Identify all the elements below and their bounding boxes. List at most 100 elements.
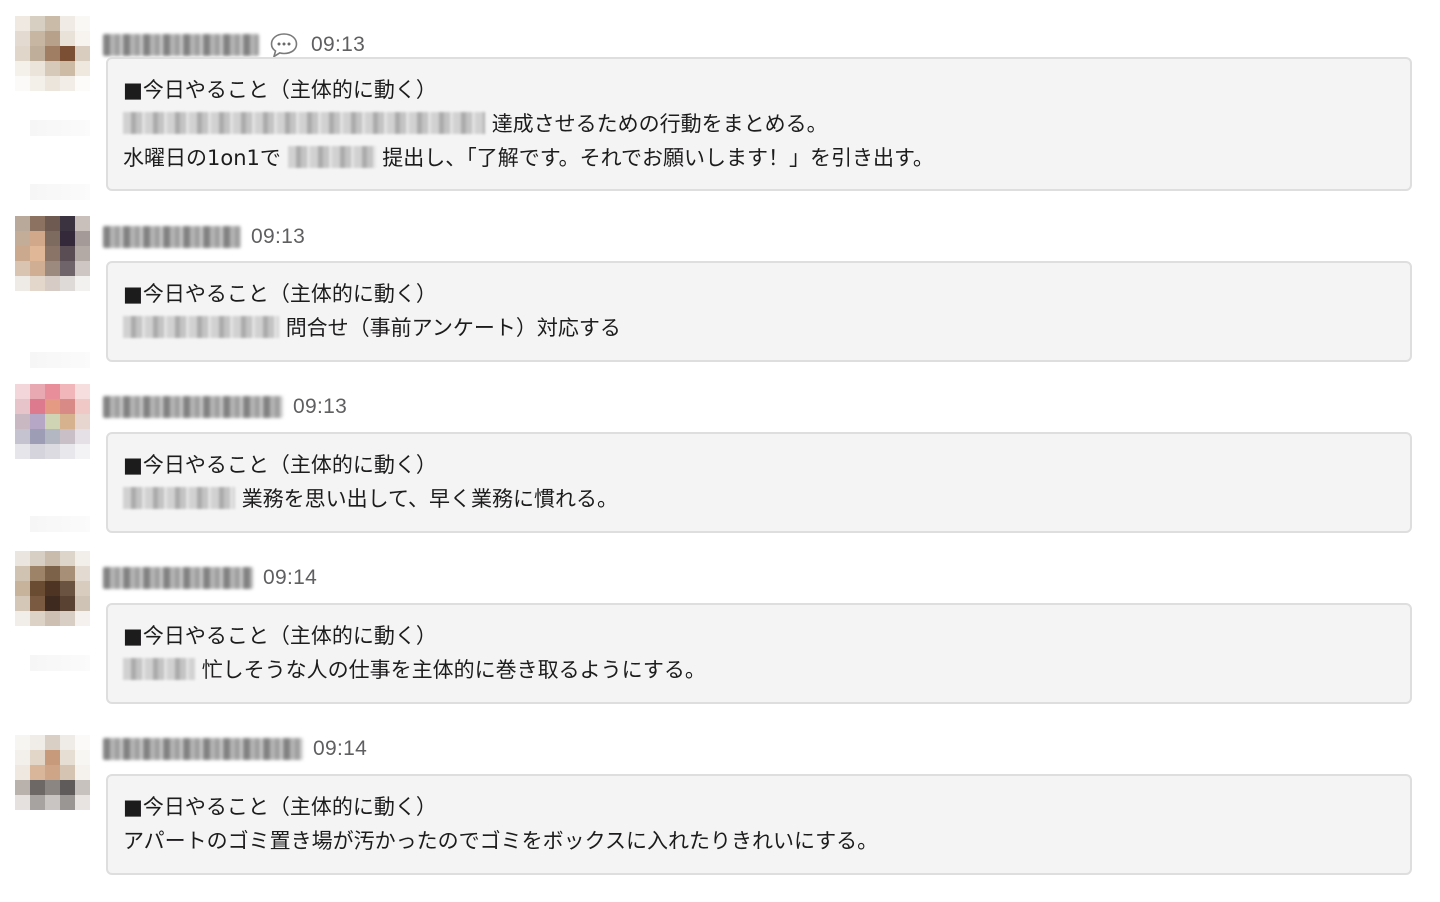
message-timestamp[interactable]: 09:13 bbox=[311, 33, 365, 57]
avatar-pixel bbox=[15, 76, 30, 91]
message-header: 09:14 bbox=[103, 563, 317, 593]
avatar-pixel bbox=[30, 611, 45, 626]
message-line: ■今日やること（主体的に動く） bbox=[123, 78, 437, 102]
avatar-pixel bbox=[15, 596, 30, 611]
avatar-pixel bbox=[75, 414, 90, 429]
avatar[interactable] bbox=[15, 384, 90, 459]
avatar[interactable] bbox=[15, 735, 90, 810]
avatar-pixel bbox=[30, 16, 45, 31]
avatar-pixel bbox=[60, 735, 75, 750]
avatar-pixel bbox=[60, 31, 75, 46]
avatar-pixel bbox=[45, 31, 60, 46]
avatar-pixel bbox=[15, 16, 30, 31]
thread-reply-icon[interactable] bbox=[269, 31, 299, 59]
message-body: ■今日やること（主体的に動く） 問合せ（事前アンケート）対応する bbox=[106, 261, 1412, 362]
avatar-pixel bbox=[75, 246, 90, 261]
message-line: ■今日やること（主体的に動く） bbox=[123, 453, 437, 477]
username-redacted[interactable] bbox=[103, 396, 283, 418]
avatar-pixel bbox=[15, 735, 30, 750]
avatar-pixel bbox=[45, 46, 60, 61]
username-redacted[interactable] bbox=[103, 567, 253, 589]
avatar-pixel bbox=[60, 246, 75, 261]
message-body: ■今日やること（主体的に動く） 業務を思い出して、早く業務に慣れる。 bbox=[106, 432, 1412, 533]
avatar-pixel bbox=[75, 46, 90, 61]
message-line: 水曜日の1on1で 提出し、「了解です。それでお願いします！」を引き出す。 bbox=[123, 146, 934, 170]
avatar-pixel bbox=[75, 276, 90, 291]
avatar-pixel bbox=[30, 735, 45, 750]
avatar-pixel bbox=[45, 216, 60, 231]
message-header: 09:13 bbox=[103, 30, 365, 60]
avatar[interactable] bbox=[15, 216, 90, 291]
avatar-pixel bbox=[60, 795, 75, 810]
avatar-pixel bbox=[45, 750, 60, 765]
avatar-pixel bbox=[45, 276, 60, 291]
message-body: ■今日やること（主体的に動く） アパートのゴミ置き場が汚かったのでゴミをボックス… bbox=[106, 774, 1412, 875]
message-timestamp[interactable]: 09:14 bbox=[263, 566, 317, 590]
avatar-blur-remnant bbox=[30, 352, 90, 368]
message-timestamp[interactable]: 09:13 bbox=[293, 395, 347, 419]
avatar-pixel bbox=[30, 216, 45, 231]
avatar-pixel bbox=[15, 46, 30, 61]
avatar-pixel bbox=[60, 566, 75, 581]
avatar[interactable] bbox=[15, 16, 90, 91]
message-line: アパートのゴミ置き場が汚かったのでゴミをボックスに入れたりきれいにする。 bbox=[123, 829, 879, 853]
message-body: ■今日やること（主体的に動く） 達成させるための行動をまとめる。 水曜日の1on… bbox=[106, 57, 1412, 191]
avatar-pixel bbox=[15, 780, 30, 795]
avatar-pixel bbox=[30, 276, 45, 291]
avatar-pixel bbox=[75, 231, 90, 246]
avatar-pixel bbox=[45, 735, 60, 750]
username-redacted[interactable] bbox=[103, 226, 241, 248]
avatar-pixel bbox=[45, 795, 60, 810]
message-line: 業務を思い出して、早く業務に慣れる。 bbox=[123, 482, 1395, 516]
avatar-pixel bbox=[30, 780, 45, 795]
message-timestamp[interactable]: 09:14 bbox=[313, 737, 367, 761]
avatar-pixel bbox=[75, 581, 90, 596]
message-line: ■今日やること（主体的に動く） bbox=[123, 282, 437, 306]
avatar-pixel bbox=[15, 261, 30, 276]
avatar-pixel bbox=[45, 231, 60, 246]
avatar-pixel bbox=[45, 61, 60, 76]
avatar-pixel bbox=[15, 399, 30, 414]
message-line: ■今日やること（主体的に動く） bbox=[123, 624, 437, 648]
redacted-text bbox=[123, 487, 235, 509]
avatar-pixel bbox=[15, 750, 30, 765]
avatar-pixel bbox=[45, 261, 60, 276]
avatar-pixel bbox=[30, 566, 45, 581]
avatar-pixel bbox=[75, 735, 90, 750]
avatar-pixel bbox=[75, 384, 90, 399]
avatar-pixel bbox=[30, 750, 45, 765]
avatar-pixel bbox=[75, 444, 90, 459]
avatar-pixel bbox=[60, 551, 75, 566]
avatar-pixel bbox=[60, 429, 75, 444]
message-header: 09:13 bbox=[103, 222, 305, 252]
avatar-pixel bbox=[75, 750, 90, 765]
avatar-pixel bbox=[15, 566, 30, 581]
avatar-pixel bbox=[60, 276, 75, 291]
redacted-text bbox=[287, 146, 376, 168]
avatar-pixel bbox=[75, 551, 90, 566]
avatar-pixel bbox=[30, 429, 45, 444]
avatar-pixel bbox=[60, 216, 75, 231]
username-redacted[interactable] bbox=[103, 738, 303, 760]
avatar-pixel bbox=[75, 566, 90, 581]
avatar-pixel bbox=[45, 611, 60, 626]
avatar-pixel bbox=[75, 216, 90, 231]
avatar-pixel bbox=[45, 16, 60, 31]
avatar-pixel bbox=[60, 46, 75, 61]
avatar-pixel bbox=[30, 765, 45, 780]
avatar-pixel bbox=[60, 444, 75, 459]
avatar-pixel bbox=[45, 246, 60, 261]
avatar-pixel bbox=[45, 780, 60, 795]
username-redacted[interactable] bbox=[103, 34, 259, 56]
avatar-pixel bbox=[15, 276, 30, 291]
avatar-pixel bbox=[15, 765, 30, 780]
avatar-pixel bbox=[60, 261, 75, 276]
redacted-text bbox=[123, 658, 195, 680]
message-timestamp[interactable]: 09:13 bbox=[251, 225, 305, 249]
avatar-pixel bbox=[15, 444, 30, 459]
avatar-pixel bbox=[30, 261, 45, 276]
avatar-pixel bbox=[15, 231, 30, 246]
message-line: 達成させるための行動をまとめる。 bbox=[123, 107, 1395, 141]
avatar[interactable] bbox=[15, 551, 90, 626]
avatar-pixel bbox=[45, 581, 60, 596]
